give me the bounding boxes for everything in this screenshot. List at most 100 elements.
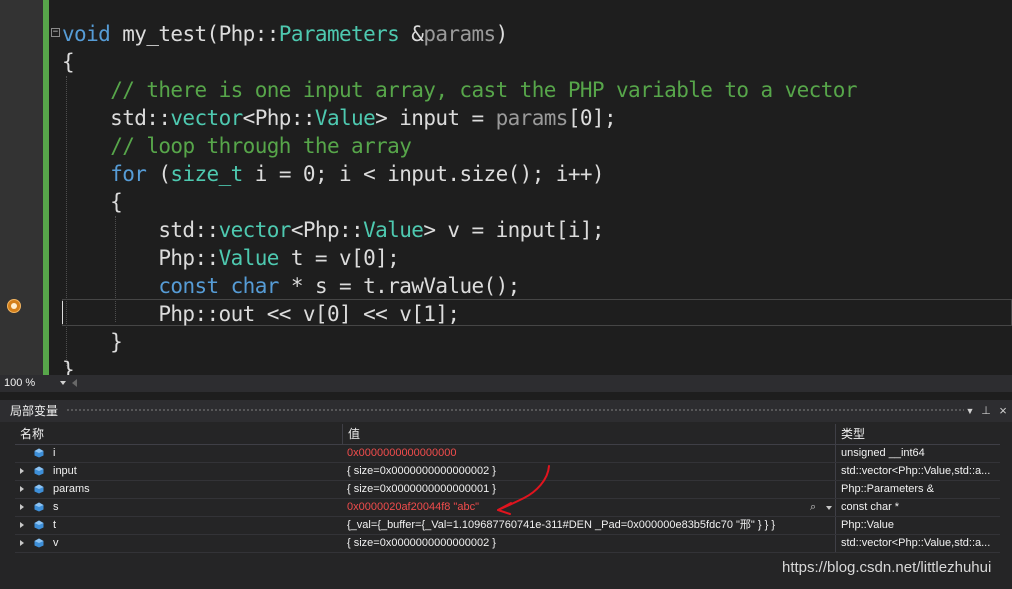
visualizer-dropdown-arrow-icon[interactable] [826,506,832,510]
expand-arrow-icon[interactable] [20,486,24,492]
code-line[interactable]: { [62,48,75,76]
pin-icon[interactable]: ⊥ [979,400,993,422]
code-token: std:: [62,218,219,242]
locals-name-cell: s [15,499,342,516]
variable-name: input [53,465,77,477]
variable-type: Php::Parameters & [841,483,934,495]
variable-value[interactable]: { size=0x0000000000000002 } [342,463,834,480]
local-variable-icon [34,520,44,530]
locals-window-header[interactable]: 局部变量 ▼ ⊥ × [0,400,1012,422]
variable-value[interactable]: { size=0x0000000000000001 } [342,481,834,498]
code-token: & [399,22,424,46]
variable-value[interactable]: 0x0000000000000000 [342,445,834,462]
code-token: Value [218,246,280,270]
code-line[interactable]: } [62,328,123,356]
code-editor[interactable]: − void my_test(Php::Parameters &params){… [0,0,1012,375]
variable-value[interactable]: { size=0x0000000000000002 } [342,535,834,552]
code-token: { [62,190,123,214]
code-token: <Php:: [290,218,364,242]
variable-type: std::vector<Php::Value,std::a... [841,465,991,477]
variable-name: params [53,483,90,495]
locals-row[interactable]: v { size=0x0000000000000002 } std::vector<… [15,535,1000,553]
code-token: Php::out << v[0] << v[1]; [62,302,460,326]
locals-window-title: 局部变量 [10,404,59,418]
code-token: { [62,50,75,74]
code-token: * s = t.rawValue(); [278,274,520,298]
locals-row[interactable]: s 0x0000020af20044f8 "abc" ⌕ const char * [15,499,1000,517]
code-token: // loop through the array [110,134,412,158]
code-line[interactable]: // loop through the array [62,132,412,160]
code-token: > v = input[i]; [423,218,604,242]
code-token: i = 0; i < input.size(); i++) [242,162,605,186]
variable-value[interactable]: {_val={_buffer={_Val=1.109687760741e-311… [342,517,834,534]
code-line[interactable]: { [62,188,123,216]
scroll-left-arrow-icon[interactable] [72,379,77,387]
variable-value[interactable]: 0x0000020af20044f8 "abc" [342,499,834,516]
code-line[interactable]: for (size_t i = 0; i < input.size(); i++… [62,160,604,188]
variable-name: i [53,447,56,459]
code-token: for [110,162,147,186]
variable-name: s [53,501,59,513]
grid-header: 名称 值 类型 [15,424,1000,445]
code-token: <Php:: [242,106,316,130]
local-variable-icon [34,538,44,548]
close-icon[interactable]: × [996,400,1010,422]
locals-name-cell: v [15,535,342,552]
collapse-outline-icon[interactable]: − [51,28,60,37]
expand-arrow-icon[interactable] [20,468,24,474]
indicator-margin[interactable] [0,0,43,375]
locals-name-cell: t [15,517,342,534]
locals-grid: 名称 值 类型 i 0x0000000000000000 unsigned __in… [15,424,1000,553]
chevron-down-icon[interactable] [60,381,66,385]
code-token: ( [146,162,171,186]
code-line[interactable]: } [62,356,75,375]
expand-arrow-icon[interactable] [20,522,24,528]
locals-row[interactable]: params { size=0x0000000000000001 } Php::Pa… [15,481,1000,499]
code-token: ) [495,22,509,46]
editor-status-bar: 100 % [0,375,1012,392]
zoom-level-dropdown[interactable]: 100 % [4,375,66,392]
column-header-name[interactable]: 名称 [15,424,342,444]
local-variable-icon [34,484,44,494]
code-token: my_test(Php:: [110,22,279,46]
code-token: vector [170,106,243,130]
magnifier-icon[interactable]: ⌕ [810,499,816,516]
code-token: vector [218,218,292,242]
code-line[interactable]: Php::out << v[0] << v[1]; [62,300,460,328]
variable-type: std::vector<Php::Value,std::a... [841,537,991,549]
code-line[interactable]: Php::Value t = v[0]; [62,244,399,272]
code-token: t = v[0]; [278,246,400,270]
variable-name: v [53,537,59,549]
variable-type: unsigned __int64 [841,447,925,459]
column-header-type[interactable]: 类型 [836,424,1000,444]
locals-row[interactable]: t {_val={_buffer={_Val=1.109687760741e-31… [15,517,1000,535]
code-token: Php:: [62,246,219,270]
expand-arrow-icon[interactable] [20,504,24,510]
code-line[interactable]: std::vector<Php::Value> v = input[i]; [62,216,604,244]
column-header-value[interactable]: 值 [343,424,835,444]
code-token: } [62,358,75,375]
locals-name-cell: input [15,463,342,480]
code-line[interactable]: const char * s = t.rawValue(); [62,272,520,300]
watermark-text: https://blog.csdn.net/littlezhuhui [782,559,992,576]
locals-row[interactable]: i 0x0000000000000000 unsigned __int64 [15,445,1000,463]
code-line[interactable]: void my_test(Php::Parameters &params) [62,20,508,48]
drag-grip[interactable] [66,408,964,413]
code-token: size_t [170,162,243,186]
breakpoint-current-statement-icon[interactable] [7,299,21,313]
window-position-menu-icon[interactable]: ▼ [963,400,977,422]
code-token: params [423,22,496,46]
variable-type: Php::Value [841,519,895,531]
variable-name: t [53,519,57,531]
expand-arrow-icon[interactable] [20,540,24,546]
code-line[interactable]: // there is one input array, cast the PH… [62,76,857,104]
locals-name-cell: params [15,481,342,498]
code-token: char [230,274,280,298]
code-line[interactable]: std::vector<Php::Value> input = params[0… [62,104,616,132]
locals-row[interactable]: input { size=0x0000000000000002 } std::vec… [15,463,1000,481]
code-token: // there is one input array, cast the PH… [110,78,857,102]
code-token: Value [363,218,424,242]
